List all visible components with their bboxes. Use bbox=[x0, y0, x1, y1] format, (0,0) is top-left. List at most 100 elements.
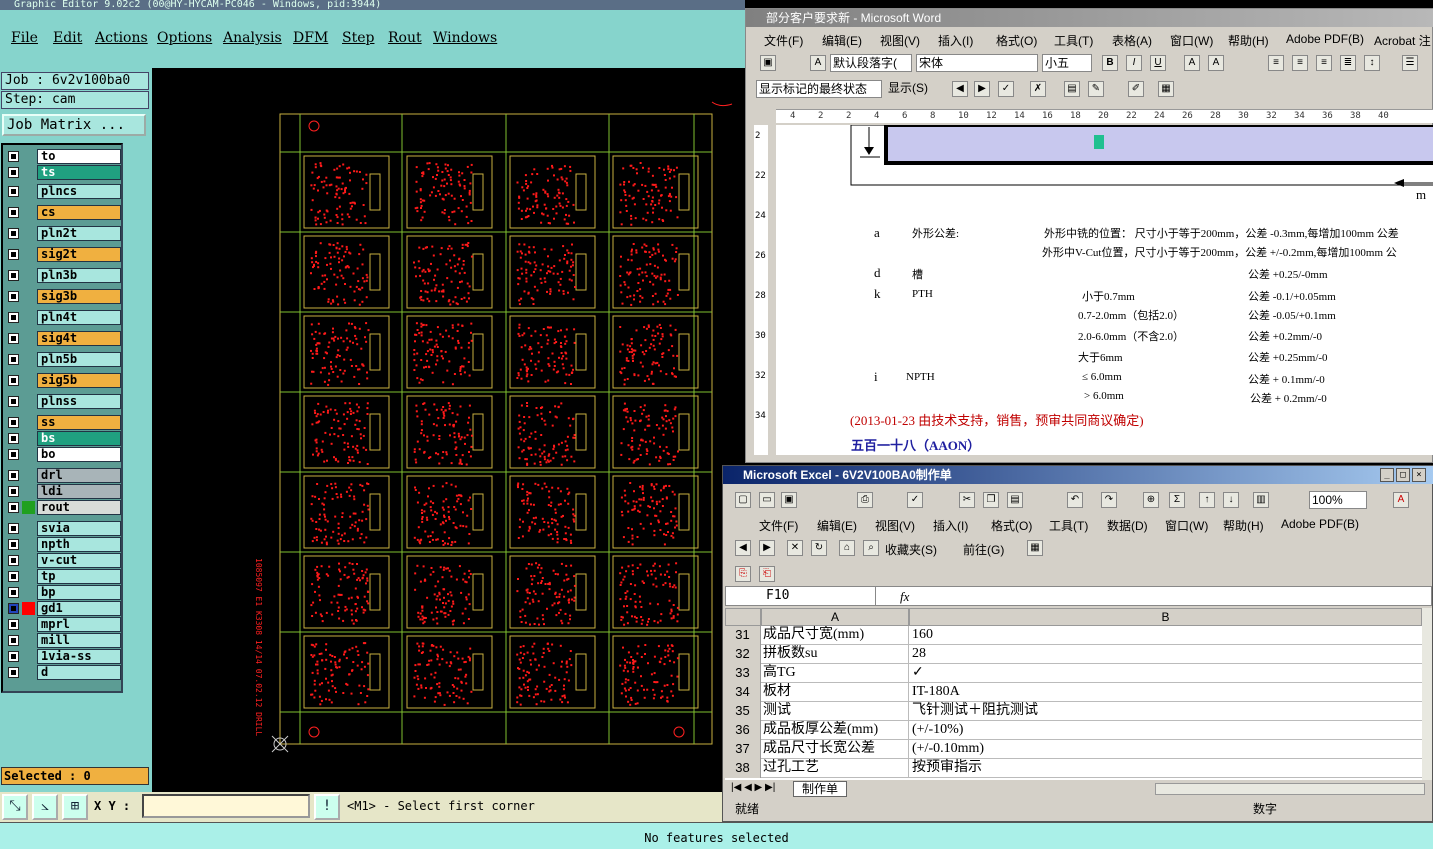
redo-icon[interactable]: ↷ bbox=[1101, 492, 1117, 508]
menu-step[interactable]: Step bbox=[342, 30, 374, 46]
excel-menu-data[interactable]: 数据(D) bbox=[1107, 517, 1148, 534]
word-document-page[interactable]: m a 外形公差: 外形中铣的位置： 尺寸小于等于200mm，公差 -0.3mm… bbox=[776, 125, 1433, 455]
layer-row-rout[interactable]: rout bbox=[5, 500, 121, 515]
sheet-tab[interactable]: 制作单 bbox=[793, 781, 848, 797]
cell-b[interactable]: (+/-0.10mm) bbox=[909, 740, 1422, 759]
layer-name[interactable]: to bbox=[37, 149, 121, 164]
cell-a[interactable]: 拼板数su bbox=[761, 645, 909, 664]
layer-name[interactable]: ss bbox=[37, 415, 121, 430]
row-header[interactable]: 34 bbox=[725, 683, 761, 702]
layer-checkbox[interactable] bbox=[8, 312, 19, 323]
sort-desc-icon[interactable]: ↓ bbox=[1223, 492, 1239, 508]
home-icon[interactable]: ⌂ bbox=[839, 540, 855, 556]
excel-menu-adobe-pdf[interactable]: Adobe PDF(B) bbox=[1281, 517, 1359, 531]
excel-menu-edit[interactable]: 编辑(E) bbox=[817, 517, 857, 534]
layer-row-tp[interactable]: tp bbox=[5, 569, 121, 584]
layer-name[interactable]: svia bbox=[37, 521, 121, 536]
cell-b[interactable]: 飞针测试＋阻抗测试 bbox=[909, 702, 1422, 721]
comment-icon[interactable]: ▤ bbox=[1064, 81, 1080, 97]
layer-name[interactable]: npth bbox=[37, 537, 121, 552]
layer-checkbox[interactable] bbox=[8, 433, 19, 444]
minimize-icon[interactable]: _ bbox=[1380, 468, 1394, 482]
layer-checkbox[interactable] bbox=[8, 207, 19, 218]
layer-row-sig2t[interactable]: sig2t bbox=[5, 247, 121, 262]
layer-row-sig3b[interactable]: sig3b bbox=[5, 289, 121, 304]
layer-row-bo[interactable]: bo bbox=[5, 447, 121, 462]
layer-checkbox[interactable] bbox=[8, 470, 19, 481]
cell-a[interactable]: 过孔工艺 bbox=[761, 759, 909, 778]
word-menu-window[interactable]: 窗口(W) bbox=[1170, 32, 1213, 49]
layer-checkbox[interactable] bbox=[8, 228, 19, 239]
layer-row-sig4t[interactable]: sig4t bbox=[5, 331, 121, 346]
show-button[interactable]: 显示(S) bbox=[886, 80, 940, 98]
hyperlink-icon[interactable]: ⊕ bbox=[1143, 492, 1159, 508]
word-menu-acrobat[interactable]: Acrobat 注 bbox=[1374, 32, 1431, 49]
layer-name[interactable]: plncs bbox=[37, 184, 121, 199]
layer-name[interactable]: sig5b bbox=[37, 373, 121, 388]
layer-checkbox[interactable] bbox=[8, 151, 19, 162]
layer-name[interactable]: rout bbox=[37, 500, 121, 515]
undo-icon[interactable]: ↶ bbox=[1067, 492, 1083, 508]
layer-name[interactable]: mill bbox=[37, 633, 121, 648]
layer-row-drl[interactable]: drl bbox=[5, 468, 121, 483]
cell-a[interactable]: 成品尺寸长宽公差 bbox=[761, 740, 909, 759]
layer-name[interactable]: pln3b bbox=[37, 268, 121, 283]
stop-icon[interactable]: ✕ bbox=[787, 540, 803, 556]
layer-name[interactable]: cs bbox=[37, 205, 121, 220]
excel-menu-help[interactable]: 帮助(H) bbox=[1223, 517, 1264, 534]
sheet-nav-icon[interactable]: |◀ ◀ ▶ ▶| bbox=[731, 782, 775, 793]
layer-row-mill[interactable]: mill bbox=[5, 633, 121, 648]
layer-name[interactable]: ts bbox=[37, 165, 121, 180]
layer-row-ldi[interactable]: ldi bbox=[5, 484, 121, 499]
layer-checkbox[interactable] bbox=[8, 587, 19, 598]
refresh-icon[interactable]: ↻ bbox=[811, 540, 827, 556]
corner-cell[interactable] bbox=[725, 608, 761, 626]
excel-menu-file[interactable]: 文件(F) bbox=[759, 517, 798, 534]
layer-name[interactable]: sig4t bbox=[37, 331, 121, 346]
word-menu-file[interactable]: 文件(F) bbox=[764, 32, 803, 49]
layer-name[interactable]: tp bbox=[37, 569, 121, 584]
reviewing-pane-icon[interactable]: ▦ bbox=[1158, 81, 1174, 97]
horizontal-scrollbar[interactable] bbox=[1155, 783, 1425, 795]
char-border-icon[interactable]: A bbox=[1184, 55, 1200, 71]
show-web-toolbar-icon[interactable]: ▦ bbox=[1027, 540, 1043, 556]
autosum-icon[interactable]: Σ bbox=[1169, 492, 1185, 508]
row-header[interactable]: 31 bbox=[725, 626, 761, 645]
cell-b[interactable]: 按预审指示 bbox=[909, 759, 1422, 778]
row-header[interactable]: 37 bbox=[725, 740, 761, 759]
highlight-icon[interactable]: ✎ bbox=[1088, 81, 1104, 97]
layer-row-v-cut[interactable]: v-cut bbox=[5, 553, 121, 568]
next-change-icon[interactable]: ▶ bbox=[974, 81, 990, 97]
layer-row-pln2t[interactable]: pln2t bbox=[5, 226, 121, 241]
layer-name[interactable]: d bbox=[37, 665, 121, 680]
numbering-icon[interactable]: ☰ bbox=[1402, 55, 1418, 71]
vertical-scrollbar[interactable] bbox=[1422, 608, 1432, 780]
save-icon[interactable]: ▣ bbox=[760, 55, 776, 71]
close-icon[interactable]: × bbox=[1412, 468, 1426, 482]
font-combo[interactable]: 宋体 bbox=[916, 54, 1038, 72]
sort-asc-icon[interactable]: ↑ bbox=[1199, 492, 1215, 508]
pdf-email-icon[interactable]: ⎗ bbox=[759, 566, 775, 582]
pcb-canvas[interactable]: 1085097 E1 K3308 14/14 07.02.12 DRILL bbox=[152, 68, 745, 792]
line-spacing-icon[interactable]: ↕ bbox=[1364, 55, 1380, 71]
layer-checkbox[interactable] bbox=[8, 603, 19, 614]
cell-b[interactable]: 160 bbox=[909, 626, 1422, 645]
align-right-icon[interactable]: ≡ bbox=[1316, 55, 1332, 71]
layer-name[interactable]: pln2t bbox=[37, 226, 121, 241]
layer-row-pln3b[interactable]: pln3b bbox=[5, 268, 121, 283]
layer-name[interactable]: v-cut bbox=[37, 553, 121, 568]
row-header[interactable]: 38 bbox=[725, 759, 761, 778]
maximize-icon[interactable]: □ bbox=[1396, 468, 1410, 482]
cell-a[interactable]: 成品板厚公差(mm) bbox=[761, 721, 909, 740]
search-icon[interactable]: ⌕ bbox=[863, 540, 879, 556]
layer-checkbox[interactable] bbox=[8, 449, 19, 460]
accept-change-icon[interactable]: ✓ bbox=[998, 81, 1014, 97]
layer-checkbox[interactable] bbox=[8, 539, 19, 550]
layer-checkbox[interactable] bbox=[8, 186, 19, 197]
layer-checkbox[interactable] bbox=[8, 396, 19, 407]
cell-b[interactable]: ✓ bbox=[909, 664, 1422, 683]
layer-checkbox[interactable] bbox=[8, 635, 19, 646]
layer-checkbox[interactable] bbox=[8, 502, 19, 513]
cell-b[interactable]: 28 bbox=[909, 645, 1422, 664]
grid-icon[interactable]: ⊞ bbox=[62, 794, 88, 820]
